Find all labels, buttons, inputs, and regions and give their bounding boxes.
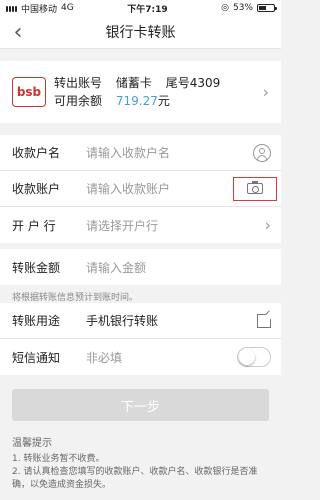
sms-input[interactable]: 非必填 — [86, 349, 122, 366]
network-type: 4G — [61, 3, 74, 13]
payee-name-label: 收款户名 — [12, 146, 61, 160]
page-title: 银行卡转账 — [105, 25, 176, 41]
amount-input[interactable]: 请输入金额 — [86, 259, 146, 276]
payee-name-row: 收款户名 请输入收款户名 — [0, 135, 281, 171]
sms-label: 短信通知 — [12, 350, 61, 365]
tips-section: 温馨提示 1. 转账业务暂不收费。 2. 请认真检查您填写的收款账户、收款户名、… — [0, 437, 281, 492]
amount-hint: 将根据转账信息预计到账时间。 — [12, 293, 139, 303]
chevron-right-icon: › — [262, 82, 269, 102]
from-account-card[interactable]: bsb 转出账号 储蓄卡 尾号4309 可用余额 719.27元 › — [0, 61, 281, 123]
nav-bar: ‹ 银行卡转账 — [0, 16, 281, 49]
purpose-label: 转账用途 — [12, 314, 61, 328]
amount-section: 转账金额 请输入金额 — [0, 249, 281, 285]
balance-value: 719.27 — [115, 94, 158, 108]
amount-label: 转账金额 — [12, 260, 61, 275]
currency: 元 — [157, 94, 170, 108]
sms-row: 短信通知 非必填 — [0, 339, 281, 375]
payee-account-input[interactable]: 请输入收款账户 — [86, 180, 170, 197]
scan-card-button[interactable] — [233, 176, 277, 201]
back-button[interactable]: ‹ — [6, 16, 30, 48]
card-type: 储蓄卡 — [115, 76, 152, 90]
toggle-switch — [237, 347, 271, 367]
payee-account-label: 收款账户 — [12, 182, 61, 196]
payee-account-row: 收款账户 请输入收款账户 — [0, 171, 281, 207]
contacts-button[interactable] — [253, 143, 271, 162]
status-bar: 中国移动 4G 下午7:19 ◎ 53% — [0, 0, 281, 16]
card-tail: 尾号4309 — [165, 76, 221, 90]
user-icon — [253, 143, 271, 162]
battery-icon — [256, 4, 277, 12]
amount-row: 转账金额 请输入金额 — [0, 249, 281, 285]
purpose-input[interactable]: 手机银行转账 — [86, 312, 158, 329]
tip-item: 1. 转账业务暂不收费。 — [12, 454, 105, 464]
status-time: 下午7:19 — [127, 4, 168, 15]
extra-section: 转账用途 手机银行转账 短信通知 非必填 — [0, 303, 281, 375]
transfer-form: 收款户名 请输入收款户名 收款账户 请输入收款账户 开 户 行 请选择开户行 › — [0, 135, 281, 243]
bank-select[interactable]: 请选择开户行 — [86, 217, 158, 234]
bank-row[interactable]: 开 户 行 请选择开户行 › — [0, 207, 281, 243]
tip-item: 2. 请认真检查您填写的收款账户、收款户名、收款银行是否准确，以免造成资金损失。 — [12, 467, 258, 490]
balance-label: 可用余额 — [54, 94, 103, 108]
camera-icon — [247, 181, 263, 194]
tips-title: 温馨提示 — [12, 438, 52, 449]
purpose-row: 转账用途 手机银行转账 — [0, 303, 281, 339]
edit-icon — [257, 313, 271, 328]
carrier: 中国移动 — [21, 4, 58, 15]
signal-icon — [6, 5, 17, 12]
next-button[interactable]: 下一步 — [12, 389, 269, 421]
bank-logo: bsb — [12, 77, 46, 107]
battery-percent: 53% — [232, 3, 253, 13]
bank-label: 开 户 行 — [12, 218, 56, 233]
payee-name-input[interactable]: 请输入收款户名 — [86, 144, 170, 161]
lock-rotation-icon: ◎ — [221, 3, 229, 13]
chevron-right-icon: › — [264, 215, 271, 235]
chevron-left-icon: ‹ — [13, 19, 23, 45]
edit-button[interactable] — [257, 313, 271, 328]
from-account-label: 转出账号 — [54, 76, 103, 90]
sms-toggle[interactable] — [237, 347, 271, 367]
